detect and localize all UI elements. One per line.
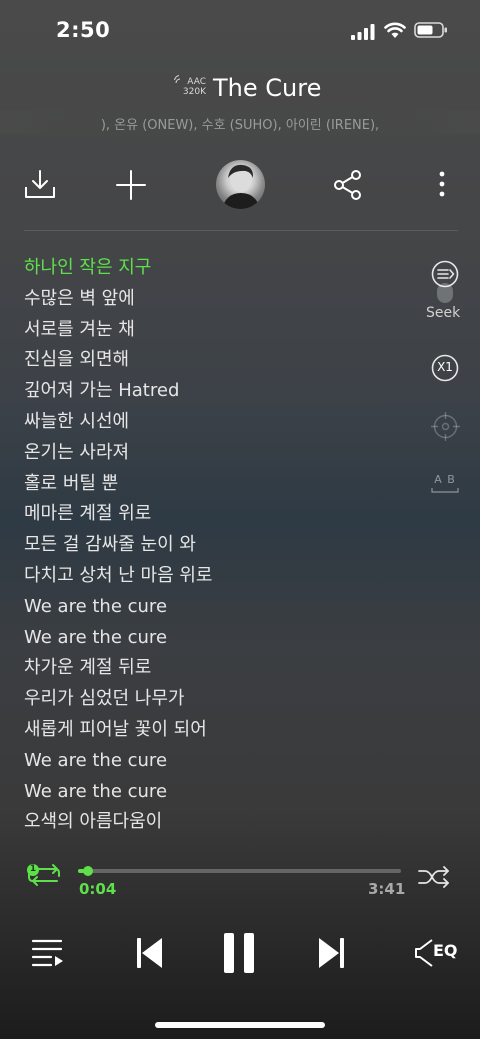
seek-toggle[interactable] xyxy=(437,283,453,303)
lyric-line[interactable]: 우리가 심었던 나무가 xyxy=(24,684,424,715)
seek-label[interactable]: Seek xyxy=(426,305,460,321)
repeat-one-button[interactable]: 1 xyxy=(26,862,62,888)
lyric-line[interactable]: We are the cure xyxy=(24,592,424,623)
marquee-fade-right xyxy=(380,110,480,134)
home-indicator[interactable] xyxy=(155,1022,325,1028)
crosshair-icon[interactable] xyxy=(431,412,460,441)
progress-bar[interactable] xyxy=(78,869,401,873)
pause-icon[interactable] xyxy=(222,932,256,974)
avatar-photo xyxy=(222,164,260,209)
lyric-line[interactable]: We are the cure xyxy=(24,746,424,777)
cellular-signal-icon xyxy=(351,24,375,40)
marquee-fade-left xyxy=(0,110,100,134)
lyric-line[interactable]: 깊어져 가는 Hatred xyxy=(24,376,424,407)
next-track-icon[interactable] xyxy=(317,936,345,970)
battery-icon xyxy=(414,22,447,38)
lyric-line[interactable]: 온기는 사라져 xyxy=(24,438,424,469)
total-time: 3:41 xyxy=(368,880,406,898)
shuffle-icon[interactable] xyxy=(418,866,450,888)
download-icon[interactable] xyxy=(23,168,57,202)
speaker-icon xyxy=(415,939,433,967)
artist-list: ), 온유 (ONEW), 수호 (SUHO), 아이린 (IRENE), xyxy=(100,118,380,133)
share-icon[interactable] xyxy=(331,168,365,202)
lyric-line[interactable]: 수많은 벽 앞에 xyxy=(24,284,424,315)
lyric-line[interactable]: 다치고 상처 난 마음 위로 xyxy=(24,561,424,592)
ab-repeat-label: A B xyxy=(434,473,456,486)
lyric-line[interactable]: We are the cure xyxy=(24,777,424,808)
eq-label: EQ xyxy=(433,941,458,960)
lyric-line[interactable]: 새롭게 피어날 꽃이 되어 xyxy=(24,715,424,746)
lyric-line[interactable]: 진심을 외면해 xyxy=(24,345,424,376)
progress-knob[interactable] xyxy=(82,866,93,876)
quality-bitrate: 320K xyxy=(182,87,206,97)
previous-track-icon[interactable] xyxy=(136,936,164,970)
ab-repeat-button[interactable]: A B xyxy=(430,473,460,495)
lyric-line[interactable]: 홀로 버틸 뿐 xyxy=(24,469,424,500)
more-options-icon[interactable] xyxy=(436,170,448,200)
lyric-line[interactable]: 싸늘한 시선에 xyxy=(24,407,424,438)
lyric-line[interactable]: We are the cure xyxy=(24,623,424,654)
lyric-line[interactable]: 서로를 겨눈 채 xyxy=(24,315,424,346)
header-divider xyxy=(24,230,458,231)
playback-speed-button[interactable]: X1 xyxy=(431,354,459,382)
current-time: 0:04 xyxy=(79,880,117,898)
song-title[interactable]: The Cure xyxy=(213,74,321,102)
speed-label: X1 xyxy=(437,360,453,374)
lyric-line[interactable]: 오색의 아름다움이 xyxy=(24,807,424,838)
lyric-line-active[interactable]: 하나인 작은 지구 xyxy=(24,253,424,284)
add-icon[interactable] xyxy=(114,168,148,202)
status-time: 2:50 xyxy=(56,18,111,42)
lyric-line[interactable]: 차가운 계절 뒤로 xyxy=(24,653,424,684)
ab-range-icon xyxy=(431,488,459,493)
equalizer-button[interactable]: EQ xyxy=(414,936,460,970)
playlist-icon[interactable] xyxy=(31,938,65,968)
audio-quality-badge: AAC 320K xyxy=(180,77,206,97)
artist-avatar[interactable] xyxy=(216,160,265,209)
repeat-one-badge: 1 xyxy=(29,864,37,874)
wifi-icon xyxy=(384,22,406,38)
quality-codec: AAC xyxy=(187,77,206,87)
lyric-line[interactable]: 메마른 계절 위로 xyxy=(24,499,424,530)
lyric-line[interactable]: 모든 걸 감싸줄 눈이 와 xyxy=(24,530,424,561)
lyrics-panel[interactable]: 하나인 작은 지구 수많은 벽 앞에 서로를 겨눈 채 진심을 외면해 깊어져 가는 H… xyxy=(24,253,424,838)
